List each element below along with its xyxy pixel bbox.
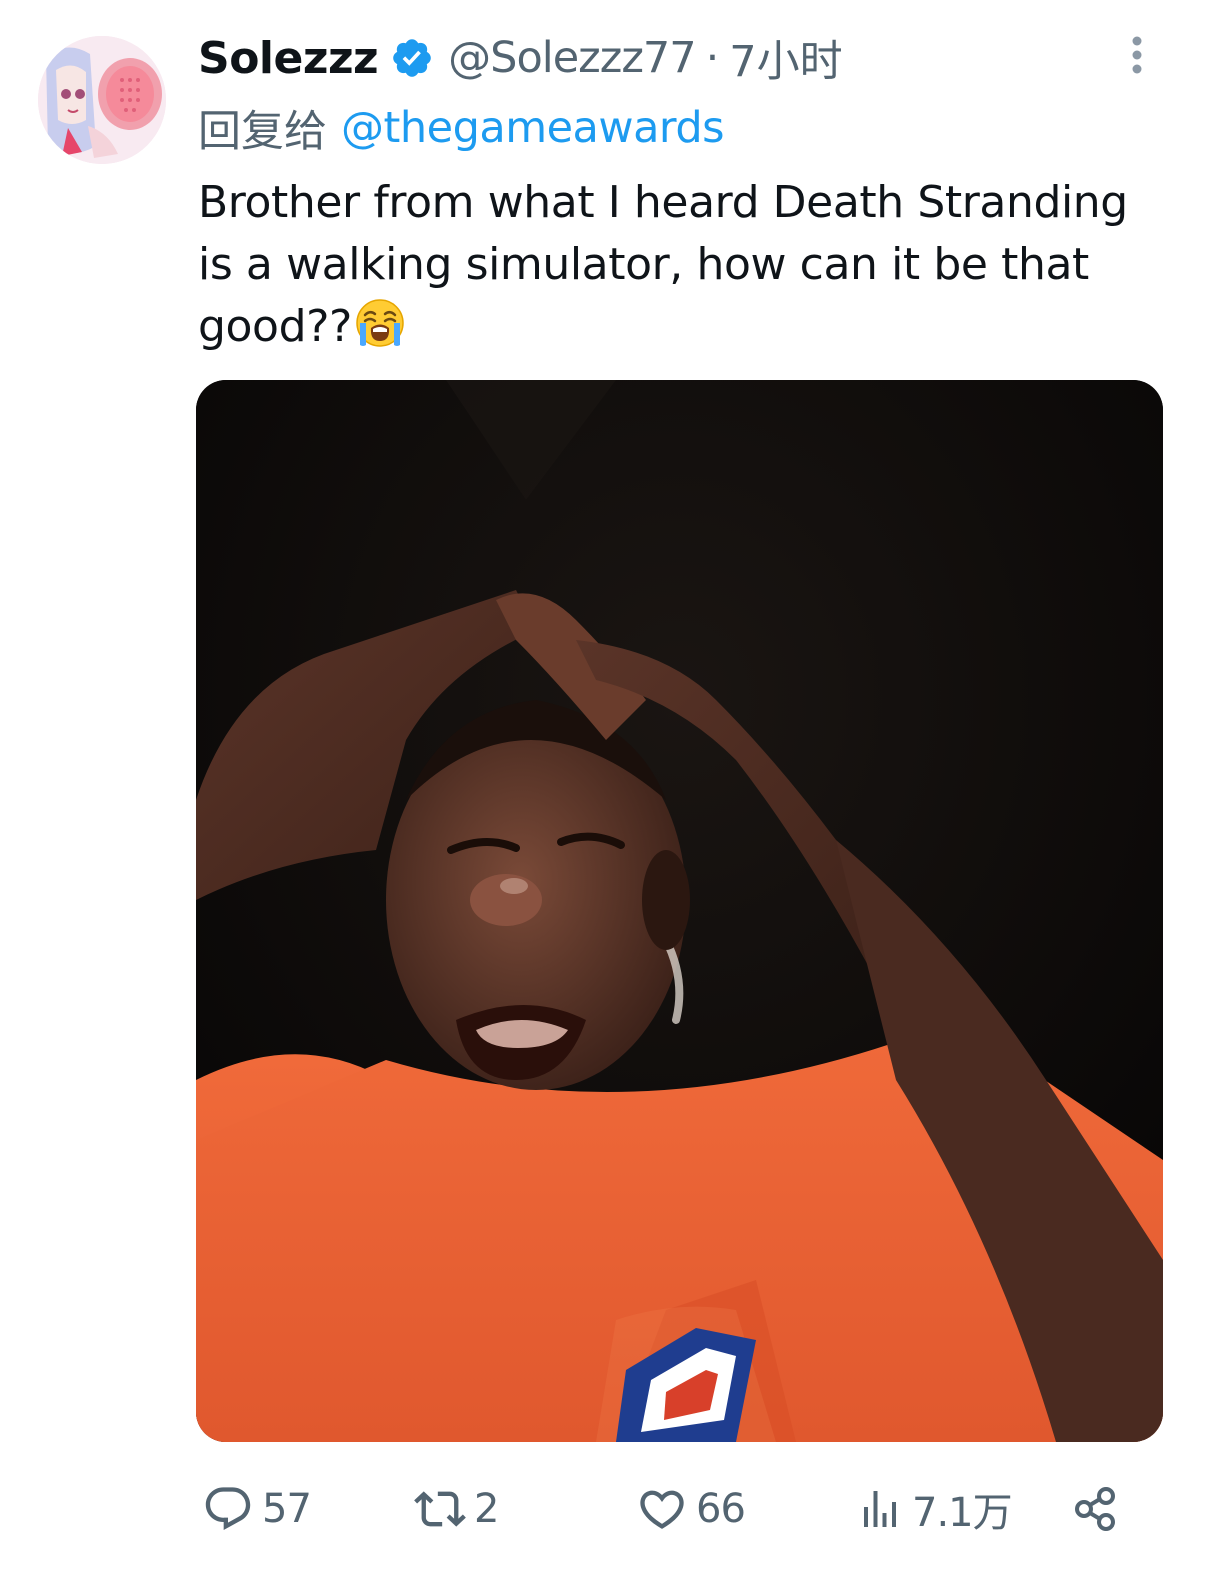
verified-badge-icon[interactable]	[390, 36, 434, 80]
reply-button[interactable]: 57	[202, 1482, 312, 1536]
views-button[interactable]: 7.1万	[856, 1482, 1013, 1536]
reply-context: 回复给 @thegameawards	[198, 98, 725, 158]
tweet-timestamp[interactable]: 7小时	[729, 27, 842, 89]
like-count: 66	[696, 1486, 746, 1532]
views-bar-icon	[864, 1491, 896, 1527]
retweet-button[interactable]: 2	[414, 1482, 499, 1536]
avatar[interactable]	[38, 36, 166, 164]
more-vertical-icon[interactable]	[1122, 34, 1152, 76]
tweet-text-body: Brother from what I heard Death Strandin…	[198, 177, 1128, 352]
separator-dot: ·	[705, 33, 720, 83]
reply-count: 57	[262, 1486, 312, 1532]
author-handle[interactable]: @Solezzz77	[448, 33, 696, 83]
reply-prefix: 回复给	[198, 107, 327, 157]
tweet-header: Solezzz @Solezzz77 · 7小时	[198, 28, 843, 88]
heart-icon	[640, 1490, 684, 1529]
retweet-count: 2	[474, 1486, 499, 1532]
tweet[interactable]: Solezzz @Solezzz77 · 7小时 回复给 @thegameawa…	[0, 0, 1215, 1589]
tweet-text: Brother from what I heard Death Strandin…	[198, 172, 1158, 358]
reply-target-link[interactable]: @thegameawards	[341, 103, 725, 153]
tweet-media-photo[interactable]	[196, 380, 1163, 1442]
author-display-name[interactable]: Solezzz	[198, 33, 379, 84]
loudly-crying-face-icon	[354, 297, 406, 349]
views-count: 7.1万	[912, 1490, 1013, 1536]
retweet-icon	[414, 1491, 466, 1527]
like-button[interactable]: 66	[636, 1482, 746, 1536]
share-icon	[1075, 1487, 1115, 1531]
reply-bubble-icon	[205, 1487, 251, 1531]
share-button[interactable]	[1070, 1482, 1122, 1536]
tweet-actions-bar: 57 2 66 7.1万	[0, 1470, 1215, 1550]
